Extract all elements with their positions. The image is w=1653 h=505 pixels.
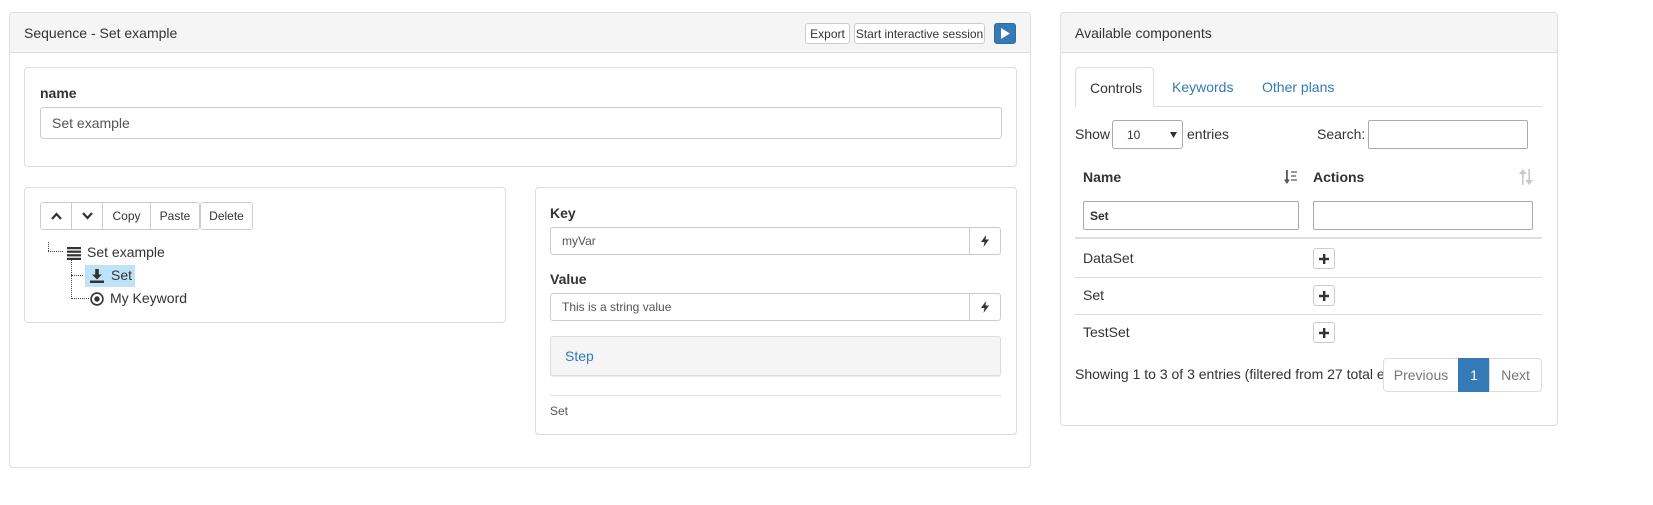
copy-button[interactable]: Copy bbox=[102, 202, 151, 230]
tree-node-root-label: Set example bbox=[87, 244, 165, 260]
sequence-title: Sequence - Set example bbox=[24, 25, 178, 41]
run-button[interactable] bbox=[994, 23, 1016, 44]
add-button[interactable] bbox=[1313, 285, 1335, 306]
tree-panel: Copy Paste Delete Set example Set My Key… bbox=[24, 187, 506, 323]
search-input[interactable] bbox=[1368, 120, 1528, 149]
row-name: Set bbox=[1083, 287, 1105, 303]
delete-button[interactable]: Delete bbox=[200, 202, 253, 230]
table-info: Showing 1 to 3 of 3 entries (filtered fr… bbox=[1075, 366, 1386, 386]
tree-node-my-keyword[interactable]: My Keyword bbox=[90, 288, 200, 310]
column-header-name[interactable]: Name bbox=[1083, 169, 1121, 185]
plus-icon bbox=[1319, 290, 1329, 301]
detail-panel: Key myVar Value This is a string value S… bbox=[535, 187, 1017, 435]
play-icon bbox=[1001, 28, 1010, 39]
radio-target-icon bbox=[90, 292, 104, 306]
detail-divider bbox=[550, 395, 1001, 396]
table-row: DataSet bbox=[1075, 240, 1542, 277]
tree-node-my-keyword-label: My Keyword bbox=[110, 290, 188, 306]
tree-node-set[interactable]: Set bbox=[85, 265, 135, 287]
tab-controls[interactable]: Controls bbox=[1075, 67, 1154, 107]
tab-keywords[interactable]: Keywords bbox=[1172, 79, 1233, 95]
value-label: Value bbox=[550, 271, 587, 287]
tree-children-connector bbox=[71, 260, 72, 299]
row-name: TestSet bbox=[1083, 324, 1130, 340]
entries-label: entries bbox=[1187, 126, 1230, 142]
table-info-text: Showing 1 to 3 of 3 entries (filtered fr… bbox=[1075, 366, 1386, 382]
key-input[interactable]: myVar bbox=[550, 227, 970, 255]
pagination: Previous 1 Next bbox=[1383, 358, 1542, 392]
table-row: TestSet bbox=[1075, 314, 1542, 351]
tree-root-connector-h bbox=[48, 251, 63, 252]
start-interactive-session-button[interactable]: Start interactive session bbox=[854, 23, 985, 44]
chevron-up-icon bbox=[50, 212, 62, 220]
tree-child-connector bbox=[71, 275, 83, 276]
components-title: Available components bbox=[1075, 25, 1212, 41]
sort-icon[interactable] bbox=[1519, 169, 1533, 185]
tree-child-connector bbox=[71, 298, 89, 299]
sequence-panel-heading: Sequence - Set example Export Start inte… bbox=[10, 13, 1030, 53]
step-accordion[interactable]: Step bbox=[550, 336, 1001, 376]
download-icon bbox=[90, 269, 104, 283]
name-input[interactable]: Set example bbox=[40, 107, 1002, 139]
plus-icon bbox=[1319, 253, 1329, 264]
components-panel-heading: Available components bbox=[1061, 13, 1557, 53]
search-label: Search: bbox=[1317, 126, 1366, 142]
list-icon bbox=[67, 247, 81, 260]
table-header-border bbox=[1075, 237, 1542, 239]
chevron-down-icon bbox=[81, 212, 93, 220]
row-name: DataSet bbox=[1083, 250, 1134, 266]
bolt-icon bbox=[981, 301, 989, 313]
entries-select[interactable]: 10 bbox=[1112, 120, 1183, 149]
tree-node-root[interactable]: Set example bbox=[66, 243, 171, 263]
add-button[interactable] bbox=[1313, 322, 1335, 343]
name-filter-value: Set bbox=[1090, 209, 1109, 223]
export-button[interactable]: Export bbox=[805, 23, 850, 44]
move-down-button[interactable] bbox=[71, 202, 103, 230]
step-link[interactable]: Step bbox=[565, 348, 594, 364]
add-button[interactable] bbox=[1313, 248, 1335, 269]
pagination-next[interactable]: Next bbox=[1489, 358, 1542, 392]
name-filter-input[interactable]: Set bbox=[1083, 201, 1299, 230]
move-up-button[interactable] bbox=[40, 202, 72, 230]
plus-icon bbox=[1319, 327, 1329, 338]
caret-down-icon bbox=[1170, 132, 1177, 138]
actions-filter-input[interactable] bbox=[1313, 201, 1533, 230]
pagination-page-1[interactable]: 1 bbox=[1458, 358, 1490, 392]
column-header-actions[interactable]: Actions bbox=[1313, 169, 1364, 185]
value-dynamic-toggle[interactable] bbox=[969, 293, 1001, 321]
key-dynamic-toggle[interactable] bbox=[969, 227, 1001, 255]
sequence-panel: Sequence - Set example Export Start inte… bbox=[9, 12, 1031, 468]
tab-other-plans[interactable]: Other plans bbox=[1262, 79, 1334, 95]
bolt-icon bbox=[981, 235, 989, 247]
show-label: Show bbox=[1075, 126, 1111, 142]
control-type-label: Set bbox=[550, 404, 569, 418]
pagination-previous[interactable]: Previous bbox=[1383, 358, 1459, 392]
tree-node-set-label: Set bbox=[111, 267, 133, 283]
table-row: Set bbox=[1075, 277, 1542, 314]
entries-select-value: 10 bbox=[1127, 128, 1141, 142]
key-label: Key bbox=[550, 205, 576, 221]
sort-alpha-icon[interactable] bbox=[1284, 170, 1298, 184]
tab-controls-label: Controls bbox=[1090, 80, 1143, 96]
name-label: name bbox=[40, 85, 77, 101]
tree-root-connector bbox=[48, 242, 49, 251]
name-panel: name Set example bbox=[24, 67, 1017, 167]
components-panel: Available components Controls Keywords O… bbox=[1060, 12, 1558, 426]
paste-button[interactable]: Paste bbox=[150, 202, 200, 230]
value-input[interactable]: This is a string value bbox=[550, 293, 970, 321]
